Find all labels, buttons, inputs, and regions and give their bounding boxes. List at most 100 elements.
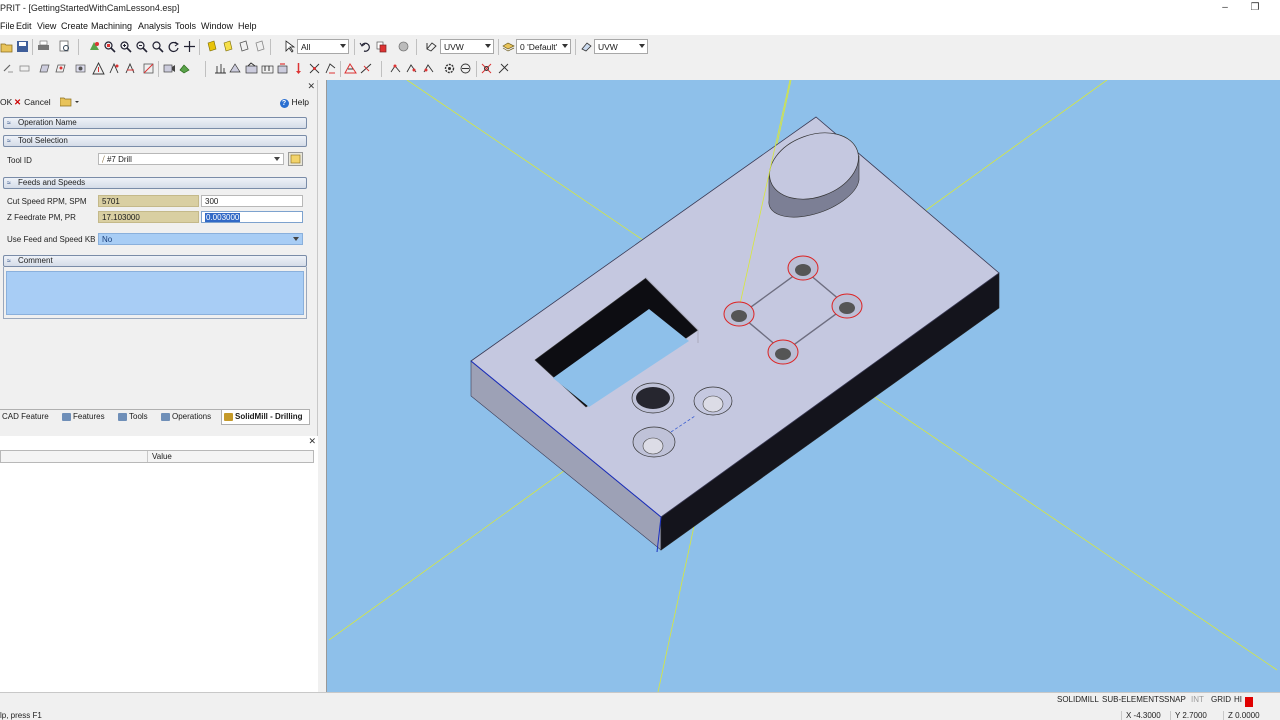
tool-mill-icon[interactable]: [108, 62, 121, 75]
tab-solidmill-drilling[interactable]: SolidMill - Drilling: [221, 410, 310, 425]
menu-tools[interactable]: Tools: [175, 21, 196, 31]
gear-icon[interactable]: [443, 62, 456, 75]
help-button[interactable]: ? Help: [279, 97, 309, 108]
menu-help[interactable]: Help: [238, 21, 257, 31]
op-face-icon[interactable]: [214, 62, 227, 75]
op-pocket-icon[interactable]: [245, 62, 258, 75]
layer-icon[interactable]: [502, 40, 515, 53]
feature-pocket-icon[interactable]: [38, 62, 51, 75]
op-3d-icon[interactable]: [344, 62, 357, 75]
section-tool-selection[interactable]: ≈ Tool Selection: [3, 135, 307, 147]
rotate-icon[interactable]: [167, 40, 180, 53]
open-icon[interactable]: [0, 40, 13, 53]
color-indicator[interactable]: [1245, 697, 1253, 707]
panel-close-icon[interactable]: ✕: [307, 81, 315, 92]
print-icon[interactable]: [37, 40, 50, 53]
outline-icon[interactable]: [253, 40, 266, 53]
feature-profile-icon[interactable]: [54, 62, 67, 75]
coord-y: Y 2.7000: [1170, 711, 1207, 720]
select-cursor-icon[interactable]: [283, 40, 296, 53]
redo-icon[interactable]: [375, 40, 388, 53]
minimize-button[interactable]: –: [1210, 0, 1240, 18]
print-preview-icon[interactable]: [58, 40, 71, 53]
z-feedrate-pr-field[interactable]: 0.003000: [201, 211, 303, 223]
status-int[interactable]: INT: [1191, 695, 1204, 704]
comment-textarea[interactable]: [6, 271, 304, 315]
wireframe-icon[interactable]: [237, 40, 250, 53]
status-sub-elements[interactable]: SUB-ELEMENTS: [1102, 695, 1164, 704]
cancel-button[interactable]: ✕ Cancel: [14, 97, 51, 108]
cut-speed-rpm-field[interactable]: 5701: [98, 195, 199, 207]
op-bore-icon[interactable]: [324, 62, 337, 75]
zoom-in-icon[interactable]: [119, 40, 132, 53]
tool-drill-icon[interactable]: [124, 62, 137, 75]
undo-icon[interactable]: [359, 40, 372, 53]
hidden-line-icon[interactable]: [221, 40, 234, 53]
layer-dropdown[interactable]: 0 'Default': [516, 39, 571, 54]
use-feed-speed-dropdown[interactable]: No: [98, 233, 303, 245]
tab-tools[interactable]: Tools: [116, 410, 148, 425]
tab-features[interactable]: Features: [60, 410, 105, 425]
op-contour-icon[interactable]: [229, 62, 242, 75]
nc-code-icon[interactable]: [497, 62, 510, 75]
work-plane-dropdown[interactable]: UVW: [594, 39, 648, 54]
plane-icon[interactable]: [425, 40, 438, 53]
tab-operations[interactable]: Operations: [159, 410, 211, 425]
tool-id-dropdown[interactable]: ⧸ #7 Drill: [98, 153, 284, 165]
verify-icon[interactable]: [178, 62, 191, 75]
menu-file[interactable]: File: [0, 21, 15, 31]
zoom-window-icon[interactable]: [103, 40, 116, 53]
feature-hole-icon[interactable]: [74, 62, 87, 75]
cut-speed-spm-field[interactable]: 300: [201, 195, 303, 207]
save-icon[interactable]: [16, 40, 29, 53]
settings-icon[interactable]: [459, 62, 472, 75]
property-close-icon[interactable]: ✕: [308, 436, 316, 447]
feature-face-icon[interactable]: [18, 62, 31, 75]
folder-menu-icon[interactable]: [59, 96, 80, 107]
menu-create[interactable]: Create: [61, 21, 88, 31]
graphics-viewport[interactable]: [326, 80, 1280, 692]
post-process-icon[interactable]: [480, 62, 493, 75]
status-solidmill[interactable]: SOLIDMILL: [1057, 695, 1099, 704]
op-5axis-icon[interactable]: [360, 62, 373, 75]
op-tap-icon[interactable]: [308, 62, 321, 75]
display-toolpath-icon[interactable]: [389, 62, 402, 75]
shading-icon[interactable]: [205, 40, 218, 53]
refresh-icon[interactable]: [88, 40, 101, 53]
tab-cad-feature[interactable]: CAD Feature: [0, 410, 49, 425]
tool-chamfer-icon[interactable]: [142, 62, 155, 75]
zoom-out-icon[interactable]: [135, 40, 148, 53]
restore-button[interactable]: ❐: [1240, 0, 1270, 18]
status-snap[interactable]: SNAP: [1164, 695, 1186, 704]
menu-edit[interactable]: Edit: [16, 21, 32, 31]
menu-analysis[interactable]: Analysis: [138, 21, 172, 31]
section-comment[interactable]: ≈ Comment: [3, 255, 307, 267]
pan-icon[interactable]: [183, 40, 196, 53]
menu-window[interactable]: Window: [201, 21, 233, 31]
status-hi[interactable]: HI: [1234, 695, 1242, 704]
menu-machining[interactable]: Machining: [91, 21, 132, 31]
selection-filter-dropdown[interactable]: All: [297, 39, 349, 54]
ok-button[interactable]: OK: [0, 97, 12, 107]
display-tool-icon[interactable]: [405, 62, 418, 75]
z-feedrate-pm-field[interactable]: 17.103000: [98, 211, 199, 223]
property-name-column[interactable]: [1, 451, 148, 462]
menu-view[interactable]: View: [37, 21, 56, 31]
stop-icon[interactable]: [397, 40, 410, 53]
tool-triangle-icon[interactable]: [92, 62, 105, 75]
simulation-icon[interactable]: [163, 62, 176, 75]
status-grid[interactable]: GRID: [1211, 695, 1231, 704]
plane-dropdown[interactable]: UVW: [440, 39, 494, 54]
feature-chain-icon[interactable]: [2, 62, 15, 75]
tool-library-button[interactable]: [288, 152, 303, 166]
op-drill-icon[interactable]: [292, 62, 305, 75]
work-plane-icon[interactable]: [580, 40, 593, 53]
section-operation-name[interactable]: ≈ Operation Name: [3, 117, 307, 129]
section-feeds-and-speeds[interactable]: ≈ Feeds and Speeds: [3, 177, 307, 189]
property-value-header[interactable]: Value: [152, 452, 172, 461]
op-engrave-icon[interactable]: [261, 62, 274, 75]
zoom-fit-icon[interactable]: [151, 40, 164, 53]
op-thread-icon[interactable]: [276, 62, 289, 75]
status-bar: SOLIDMILL SUB-ELEMENTS SNAP INT GRID HI …: [0, 692, 1280, 720]
display-stock-icon[interactable]: [422, 62, 435, 75]
